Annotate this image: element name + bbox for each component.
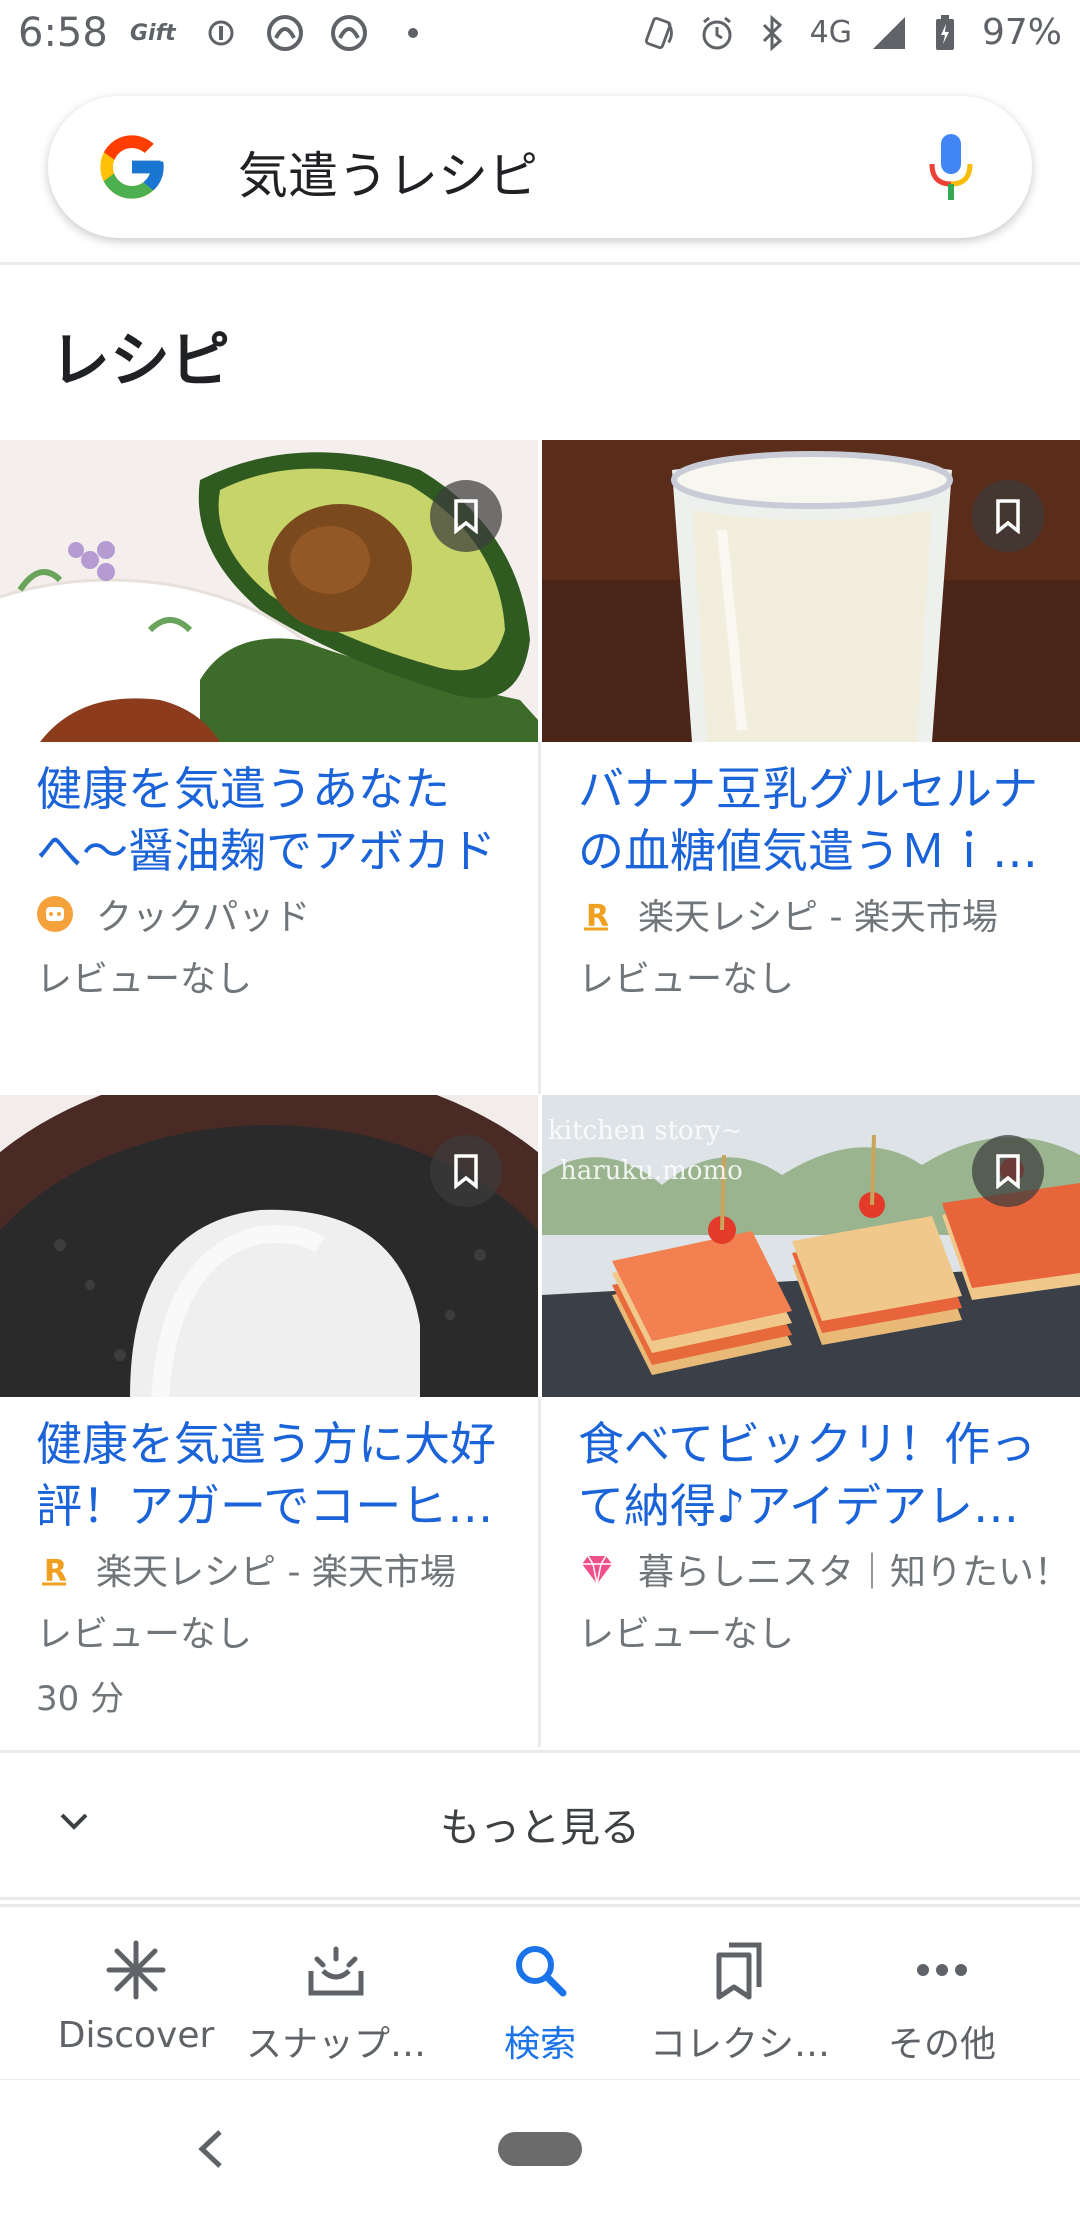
search-query[interactable]: 気遣うレシピ bbox=[238, 136, 538, 208]
more-dots-icon bbox=[917, 1964, 967, 1976]
snapshot-icon bbox=[308, 1946, 364, 1996]
kurashinista-icon bbox=[578, 1550, 616, 1588]
battery-icon bbox=[926, 14, 964, 52]
recipe-card[interactable]: バナナ豆乳グルセルナの血糖値気遣うＭｉ… R 楽天レシピ - 楽天市場 レビュー… bbox=[542, 440, 1080, 1095]
show-more-button[interactable]: もっと見る bbox=[0, 1750, 1080, 1900]
recipe-source: クックパッド bbox=[36, 892, 536, 936]
review-text: レビューなし bbox=[578, 959, 795, 1000]
rakuten-icon: R bbox=[36, 1550, 74, 1588]
mic-icon[interactable] bbox=[926, 132, 976, 202]
nav-label: その他 bbox=[887, 2024, 996, 2065]
signal-icon bbox=[870, 14, 908, 52]
recipe-title[interactable]: バナナ豆乳グルセルナの血糖値気遣うＭｉ… bbox=[578, 758, 1068, 882]
status-bar: 6:58 Gift 4G 97% bbox=[0, 0, 1080, 72]
recipe-thumbnail-avocado[interactable] bbox=[0, 440, 538, 742]
recipe-source: 暮らしニスタ｜知りたい！ bbox=[578, 1547, 1078, 1591]
watermark-line1: kitchen story~ bbox=[548, 1116, 743, 1146]
bookmark-button[interactable] bbox=[972, 1135, 1044, 1207]
recipe-card[interactable]: 健康を気遣うあなたへ〜醤油麹でアボカド♬ クックパッド レビューなし bbox=[0, 440, 538, 1095]
system-nav-bar bbox=[0, 2080, 1080, 2220]
recipe-card[interactable]: kitchen story~ haruku.momo 食べてビックリ！作って納得… bbox=[542, 1095, 1080, 1750]
source-name: クックパッド bbox=[96, 897, 311, 936]
nav-label: 検索 bbox=[503, 2024, 576, 2065]
home-pill[interactable] bbox=[498, 2132, 582, 2166]
cookpad-icon bbox=[36, 895, 74, 933]
rakuten-icon: R bbox=[578, 895, 616, 933]
nav-more[interactable]: その他 bbox=[842, 1937, 1042, 2067]
alarm-icon bbox=[698, 14, 736, 52]
network-type: 4G bbox=[809, 15, 852, 50]
nav-snapshot[interactable]: スナップ… bbox=[236, 1937, 436, 2067]
grid-divider bbox=[538, 1397, 541, 1747]
header-divider bbox=[0, 262, 1080, 265]
recipe-source: R 楽天レシピ - 楽天市場 bbox=[36, 1547, 536, 1591]
nav-label: スナップ… bbox=[245, 2024, 426, 2065]
bottom-nav: Discover スナップ… 検索 コレクシ… その他 bbox=[0, 1904, 1080, 2082]
search-bar[interactable]: 気遣うレシピ bbox=[48, 96, 1032, 238]
battery-percent: 97% bbox=[981, 12, 1062, 53]
recipe-title[interactable]: 健康を気遣うあなたへ〜醤油麹でアボカド♬ bbox=[36, 758, 526, 882]
review-text: レビューなし bbox=[578, 1614, 795, 1655]
back-icon[interactable] bbox=[192, 2124, 228, 2174]
recipe-thumbnail-banana-drink[interactable] bbox=[542, 440, 1080, 742]
notification-icon bbox=[202, 14, 240, 52]
nfc-icon bbox=[642, 14, 680, 52]
bookmark-button[interactable] bbox=[430, 1135, 502, 1207]
gift-icon: Gift bbox=[130, 20, 176, 46]
status-right-icons: 4G 97% bbox=[642, 12, 1062, 53]
recipe-thumbnail-salmon-pastry[interactable]: kitchen story~ haruku.momo bbox=[542, 1095, 1080, 1397]
nav-label: コレクシ… bbox=[649, 2024, 830, 2065]
nav-label: Discover bbox=[57, 2015, 215, 2056]
source-name: 暮らしニスタ｜知りたい！ bbox=[638, 1552, 1071, 1591]
cook-time: 30 分 bbox=[36, 1679, 125, 1719]
nav-discover[interactable]: Discover bbox=[36, 1937, 236, 2056]
bluetooth-icon bbox=[754, 14, 792, 52]
watermark-line2: haruku.momo bbox=[560, 1156, 743, 1186]
source-name: 楽天レシピ - 楽天市場 bbox=[96, 1552, 456, 1591]
section-title: レシピ bbox=[50, 326, 230, 396]
recipe-title[interactable]: 健康を気遣う方に大好評！アガーでコーヒ… bbox=[36, 1413, 526, 1537]
bookmark-button[interactable] bbox=[972, 480, 1044, 552]
search-icon bbox=[516, 1946, 567, 1997]
recipe-title[interactable]: 食べてビックリ！作って納得♪アイデアレ… bbox=[578, 1413, 1068, 1537]
google-g-icon[interactable] bbox=[94, 129, 170, 205]
nav-collections[interactable]: コレクシ… bbox=[640, 1937, 840, 2067]
recipe-thumbnail-coffee-jelly[interactable] bbox=[0, 1095, 538, 1397]
bookmark-button[interactable] bbox=[430, 480, 502, 552]
asterisk-icon bbox=[106, 1940, 166, 2000]
grid-divider bbox=[538, 742, 541, 1094]
collections-icon bbox=[716, 1942, 762, 2000]
source-name: 楽天レシピ - 楽天市場 bbox=[638, 897, 998, 936]
app-notification-icon-2 bbox=[330, 14, 368, 52]
review-text: レビューなし bbox=[36, 1614, 253, 1655]
recipe-grid: 健康を気遣うあなたへ〜醤油麹でアボカド♬ クックパッド レビューなし バナナ豆乳… bbox=[0, 440, 1080, 1750]
app-notification-icon bbox=[266, 14, 304, 52]
recipe-card[interactable]: 健康を気遣う方に大好評！アガーでコーヒ… R 楽天レシピ - 楽天市場 レビュー… bbox=[0, 1095, 538, 1750]
status-left-icons: Gift bbox=[130, 14, 432, 52]
recipe-source: R 楽天レシピ - 楽天市場 bbox=[578, 892, 1078, 936]
nav-search[interactable]: 検索 bbox=[440, 1937, 640, 2067]
show-more-label: もっと見る bbox=[440, 1805, 640, 1851]
review-text: レビューなし bbox=[36, 959, 253, 1000]
status-time: 6:58 bbox=[18, 10, 108, 56]
dot-icon bbox=[394, 14, 432, 52]
